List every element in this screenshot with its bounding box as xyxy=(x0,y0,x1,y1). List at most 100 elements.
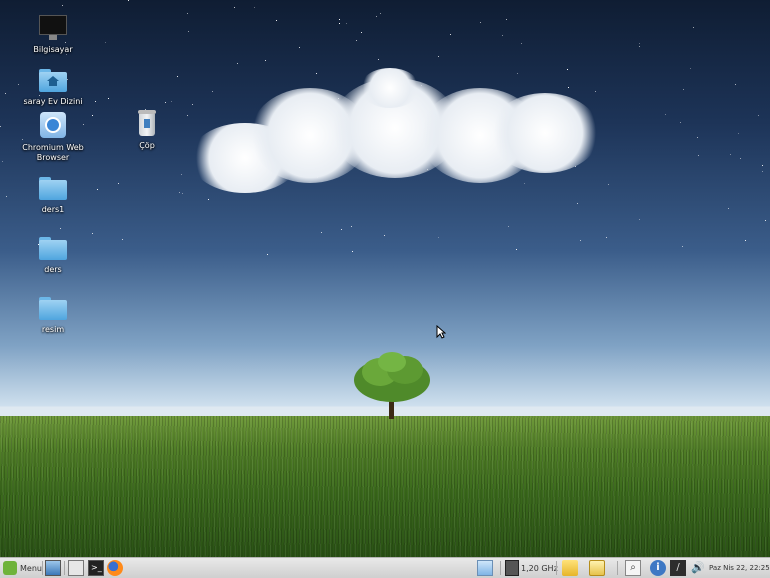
star xyxy=(95,101,96,102)
star xyxy=(608,184,609,185)
desktop-icon-label: Bilgisayar xyxy=(33,45,73,54)
desktop-icon-trash[interactable]: Çöp xyxy=(112,110,182,151)
desktop-icon-ders[interactable]: ders xyxy=(18,234,88,275)
star xyxy=(254,7,255,8)
star xyxy=(346,23,347,24)
star xyxy=(502,35,503,36)
home-folder-icon xyxy=(37,66,69,94)
desktop-icon-ders1[interactable]: ders1 xyxy=(18,174,88,215)
desktop-icon-label: resim xyxy=(41,325,65,334)
star xyxy=(438,56,439,57)
folder-icon xyxy=(37,234,69,262)
trash-icon xyxy=(131,110,163,138)
desktop-icon-label: Çöp xyxy=(139,141,155,150)
folder-icon xyxy=(562,560,578,576)
star xyxy=(639,46,640,47)
star xyxy=(508,226,509,227)
clipboard-button[interactable] xyxy=(589,560,605,576)
star xyxy=(356,40,357,41)
cpu-freq-applet[interactable]: 1,20 GHz xyxy=(505,560,558,576)
star xyxy=(181,174,182,175)
star xyxy=(740,158,741,159)
star xyxy=(351,226,352,227)
star xyxy=(730,154,731,155)
star xyxy=(580,240,581,241)
star xyxy=(237,63,238,64)
menu-label: Menu xyxy=(20,563,42,573)
star xyxy=(683,89,684,90)
star xyxy=(2,161,3,162)
desktop-icon-resim[interactable]: resim xyxy=(18,294,88,335)
star xyxy=(179,192,180,193)
folder-icon xyxy=(37,174,69,202)
star xyxy=(516,249,517,250)
star xyxy=(361,32,362,33)
files-icon xyxy=(68,560,84,576)
star xyxy=(208,199,209,200)
clock[interactable]: Paz Nis 22, 22:25 xyxy=(709,560,770,576)
star xyxy=(118,183,119,184)
show-desktop-icon xyxy=(45,560,61,576)
cloud xyxy=(190,68,600,198)
mouse-cursor-icon xyxy=(436,325,446,339)
terminal-icon: >_ xyxy=(88,560,104,576)
desktop-icon-chromium[interactable]: Chromium Web Browser xyxy=(18,112,88,163)
desktop-icon-home[interactable]: saray Ev Dizini xyxy=(18,66,88,107)
places-button[interactable] xyxy=(562,560,578,576)
star xyxy=(92,233,93,234)
desktop-icon-label: ders1 xyxy=(41,205,65,214)
volume-button[interactable]: 🔊 xyxy=(690,560,706,576)
star xyxy=(698,155,699,156)
star xyxy=(276,20,277,21)
star xyxy=(177,76,178,77)
star xyxy=(339,19,340,20)
desktop-icon-label: saray Ev Dizini xyxy=(23,97,83,106)
menu-button[interactable]: Menu xyxy=(3,560,42,576)
mint-logo-icon xyxy=(3,561,17,575)
star xyxy=(182,193,183,194)
star xyxy=(188,31,189,32)
tree xyxy=(354,352,430,419)
desktop-icon-computer[interactable]: Bilgisayar xyxy=(18,14,88,55)
desktop-icon-label: Chromium Web Browser xyxy=(22,143,84,162)
star xyxy=(697,137,698,138)
star xyxy=(0,126,1,127)
network-button[interactable] xyxy=(477,560,493,576)
star xyxy=(450,34,451,35)
firefox-icon xyxy=(107,560,123,576)
cpu-icon xyxy=(505,560,519,576)
star xyxy=(639,43,640,44)
star xyxy=(693,27,694,28)
star xyxy=(97,189,98,190)
firefox-launcher[interactable] xyxy=(107,560,123,576)
clipboard-icon xyxy=(589,560,605,576)
star xyxy=(105,42,106,43)
terminal-launcher[interactable]: >_ xyxy=(88,560,104,576)
pen-tool-button[interactable]: / xyxy=(670,560,686,576)
star xyxy=(299,47,300,48)
star xyxy=(480,22,481,23)
show-desktop-button[interactable] xyxy=(45,560,61,576)
desktop-icon-label: ders xyxy=(44,265,62,274)
star xyxy=(6,196,7,197)
star xyxy=(171,101,172,102)
star xyxy=(165,102,166,103)
shield-icon: i xyxy=(650,560,666,576)
star xyxy=(606,237,607,238)
star xyxy=(682,246,683,247)
pen-icon: / xyxy=(670,560,686,576)
star xyxy=(378,59,379,60)
star xyxy=(438,237,439,238)
search-button[interactable]: ⌕ xyxy=(625,560,641,576)
star xyxy=(321,232,322,233)
star xyxy=(62,5,63,6)
grass-field xyxy=(0,416,770,557)
star xyxy=(738,133,739,134)
star xyxy=(758,115,759,116)
file-manager-launcher[interactable] xyxy=(68,560,84,576)
network-icon xyxy=(477,560,493,576)
star xyxy=(267,254,268,255)
chromium-icon xyxy=(37,112,69,140)
update-manager-button[interactable]: i xyxy=(650,560,666,576)
star xyxy=(506,19,507,20)
